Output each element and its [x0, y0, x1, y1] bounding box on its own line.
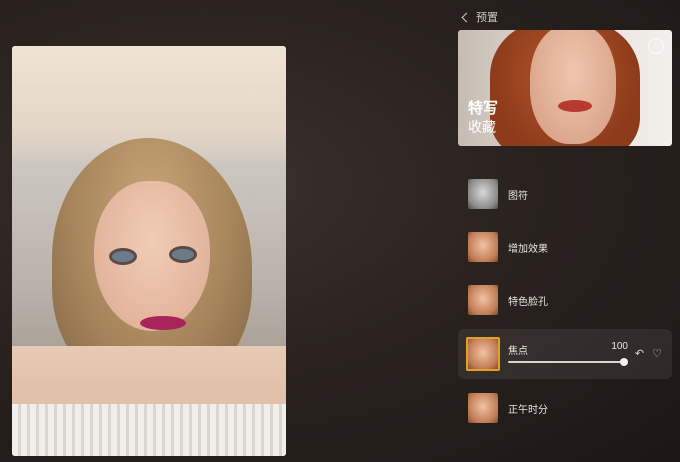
preset-amount-slider[interactable]	[508, 358, 628, 366]
preset-label: 图符	[508, 190, 528, 202]
preset-list: 图符 增加效果 特色脸孔 焦点 100 ↶ ♡ 正午时分	[458, 170, 672, 432]
chevron-left-icon	[461, 12, 472, 22]
preset-label: 特色脸孔	[508, 296, 548, 308]
photo-subject-top	[12, 404, 286, 456]
preset-label: 正午时分	[508, 404, 548, 416]
preset-item-add-effect[interactable]: 增加效果	[458, 223, 672, 271]
preview-lips	[558, 100, 592, 112]
main-photo-canvas[interactable]	[12, 46, 286, 456]
favorite-collection-button[interactable]: ♡	[648, 38, 664, 54]
slider-knob[interactable]	[620, 358, 628, 366]
preset-thumbnail	[468, 179, 498, 209]
preview-title-line2: 收藏	[468, 119, 496, 135]
preset-item-featured-face[interactable]: 特色脸孔	[458, 276, 672, 324]
preset-item-focus[interactable]: 焦点 100 ↶ ♡	[458, 329, 672, 379]
photo-subject-eye	[112, 251, 134, 262]
preset-label: 焦点	[508, 346, 528, 357]
back-to-presets-button[interactable]: 预置	[461, 9, 498, 25]
preview-title: 特写 收藏	[468, 100, 498, 136]
preset-item-icon[interactable]: 图符	[458, 170, 672, 218]
photo-subject-lips	[140, 316, 186, 330]
preset-label: 增加效果	[508, 243, 548, 255]
back-label: 预置	[476, 12, 498, 24]
heart-outline-icon: ♡	[652, 41, 660, 51]
preview-title-line1: 特写	[468, 100, 499, 117]
preset-amount-value: 100	[611, 341, 628, 352]
preset-amount-control: 焦点 100	[508, 341, 628, 366]
preset-thumbnail	[468, 393, 498, 423]
photo-subject-eye	[172, 249, 194, 260]
preset-item-noon[interactable]: 正午时分	[458, 384, 672, 432]
preset-actions: ↶ ♡	[635, 347, 662, 360]
preset-collection-preview[interactable]: 特写 收藏 ♡	[458, 30, 672, 146]
preset-thumbnail	[468, 232, 498, 262]
preset-thumbnail-selected	[466, 337, 500, 371]
undo-icon[interactable]: ↶	[635, 347, 644, 360]
preset-thumbnail	[468, 285, 498, 315]
preview-face	[530, 30, 616, 144]
heart-outline-icon[interactable]: ♡	[652, 347, 662, 360]
